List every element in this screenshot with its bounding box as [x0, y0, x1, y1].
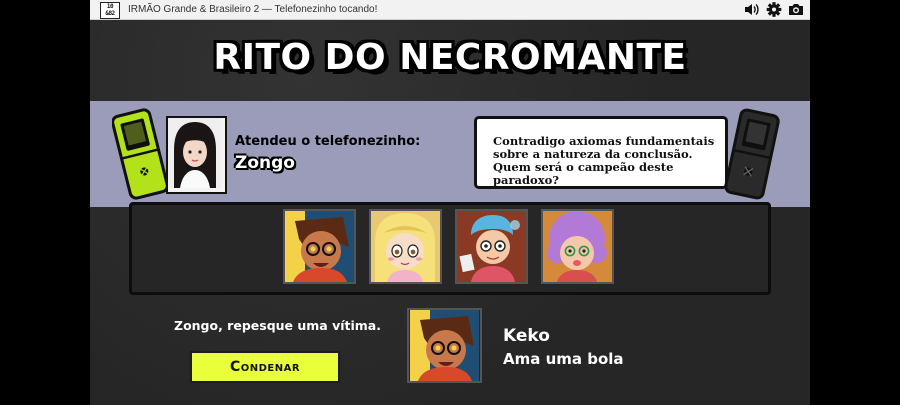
window-title: IRMÃO Grande & Brasileiro 2 — Telefonezi…: [128, 4, 378, 15]
condemn-button[interactable]: Condenar: [190, 351, 340, 383]
selected-victim-name: Keko: [503, 326, 550, 346]
title-bar: 10 &82 IRMÃO Grande & Brasileiro 2 — Tel…: [90, 0, 810, 20]
gear-icon[interactable]: [766, 2, 782, 17]
caller-name: Zongo: [235, 153, 295, 173]
app-logo: 10 &82: [100, 2, 120, 19]
selected-victim-portrait: [407, 308, 482, 383]
victim-card-blonde-girl[interactable]: [369, 209, 442, 284]
app-logo-line: &82: [105, 10, 115, 17]
selected-victim-trait: Ama uma bola: [503, 350, 624, 368]
instruction-text: Zongo, repesque uma vítima.: [174, 318, 381, 333]
game-window: 10 &82 IRMÃO Grande & Brasileiro 2 — Tel…: [90, 0, 810, 405]
flip-phone-icon: [112, 108, 168, 200]
victim-card-blue-hair-boy[interactable]: [455, 209, 528, 284]
question-box: Contradigo axiomas fundamentais sobre a …: [474, 116, 728, 189]
answered-label: Atendeu o telefonezinho:: [235, 134, 421, 149]
speaker-icon[interactable]: [744, 2, 760, 17]
caller-photo: [166, 116, 227, 194]
screen-title: RITO DO NECROMANTE: [213, 37, 687, 78]
question-text: Contradigo axiomas fundamentais sobre a …: [493, 134, 715, 187]
victim-card-keko[interactable]: [283, 209, 356, 284]
flip-phone-icon: [724, 108, 780, 200]
victims-panel: [129, 202, 771, 295]
camera-icon[interactable]: [788, 2, 804, 17]
victim-card-purple-hair-girl[interactable]: [541, 209, 614, 284]
app-logo-line: 10: [106, 3, 114, 10]
